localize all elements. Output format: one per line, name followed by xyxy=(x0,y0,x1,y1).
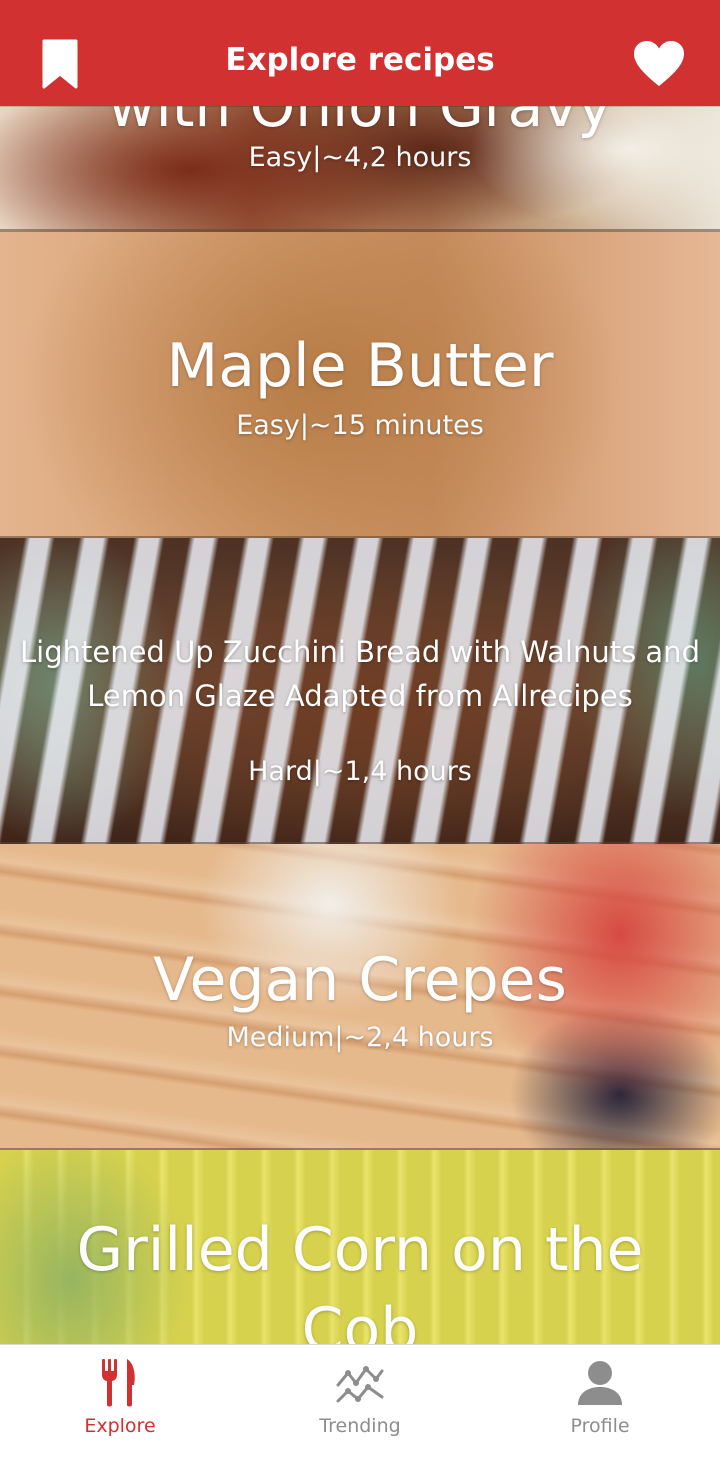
tab-profile[interactable]: Profile xyxy=(480,1345,720,1469)
tab-label: Trending xyxy=(319,1415,401,1437)
recipe-title: Lightened Up Zucchini Bread with Walnuts… xyxy=(20,635,700,713)
recipe-meta: Medium|~2,4 hours xyxy=(226,1022,494,1053)
header-bar: Explore recipes xyxy=(0,0,720,106)
recipe-card[interactable]: Vegan Crepes Medium|~2,4 hours xyxy=(0,844,720,1150)
fork-knife-icon xyxy=(94,1357,146,1409)
trending-chart-icon xyxy=(334,1357,386,1409)
recipe-feed[interactable]: with Onion Gravy Easy|~4,2 hours Maple B… xyxy=(0,0,720,1344)
recipe-card[interactable]: Maple Butter Easy|~15 minutes xyxy=(0,232,720,538)
page-title: Explore recipes xyxy=(225,42,495,78)
heart-icon[interactable] xyxy=(632,40,686,88)
person-icon xyxy=(574,1357,626,1409)
recipe-card[interactable]: Lightened Up Zucchini Bread with Walnuts… xyxy=(0,538,720,844)
tab-label: Profile xyxy=(570,1415,630,1437)
recipe-card[interactable]: Grilled Corn on the Cob xyxy=(0,1150,720,1344)
recipe-title: Maple Butter xyxy=(166,331,554,401)
recipe-title: Vegan Crepes xyxy=(153,945,567,1015)
recipe-meta: Easy|~15 minutes xyxy=(236,410,484,441)
recipe-title: Grilled Corn on the Cob xyxy=(76,1215,644,1344)
tab-explore[interactable]: Explore xyxy=(0,1345,240,1469)
tab-trending[interactable]: Trending xyxy=(240,1345,480,1469)
recipe-meta: Easy|~4,2 hours xyxy=(248,142,472,173)
tab-label: Explore xyxy=(84,1415,156,1437)
tab-bar: Explore Trending Profile xyxy=(0,1344,720,1469)
recipe-meta: Hard|~1,4 hours xyxy=(248,756,472,787)
